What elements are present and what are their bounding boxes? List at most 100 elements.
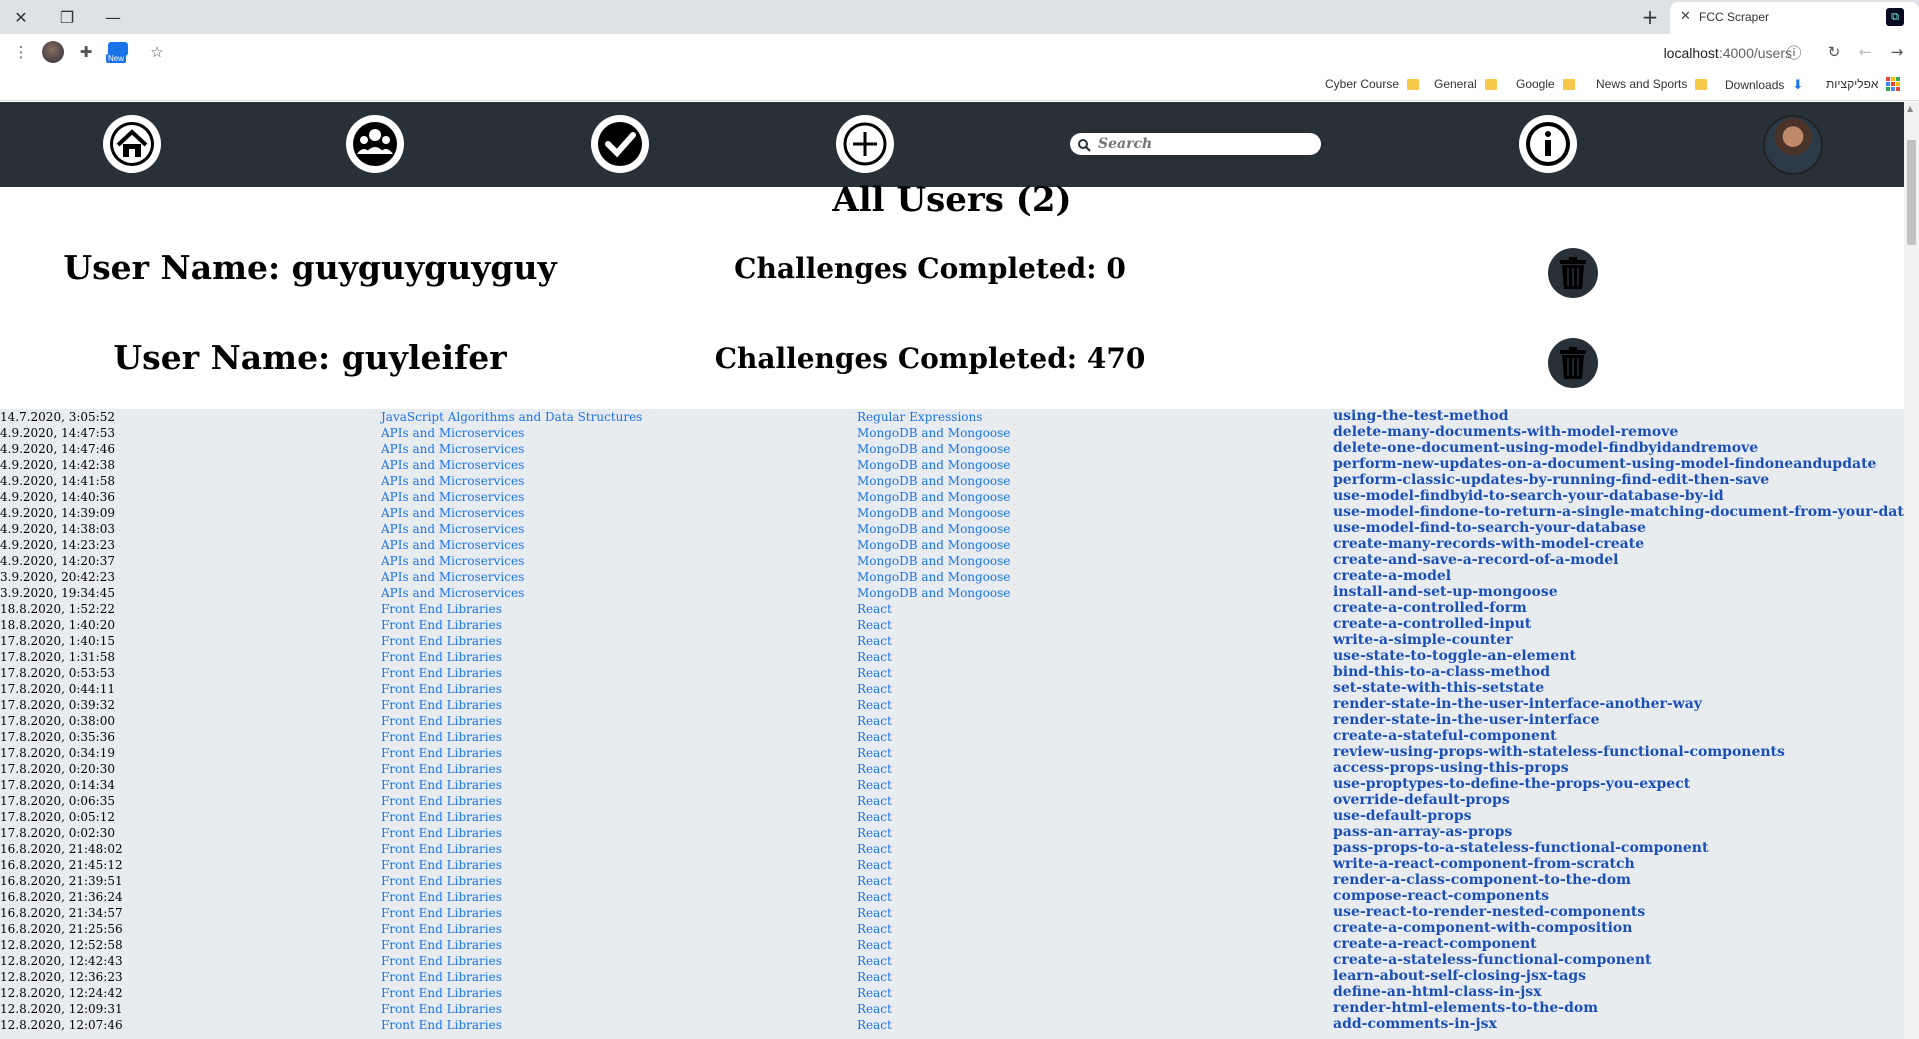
certification-link[interactable]: APIs and Microservices (381, 554, 524, 568)
challenge-link[interactable]: perform-classic-updates-by-running-find-… (1333, 472, 1769, 488)
bookmark-news-and-sports[interactable]: News and Sports (1596, 77, 1708, 91)
block-link[interactable]: React (857, 650, 892, 664)
challenge-link[interactable]: using-the-test-method (1333, 409, 1509, 424)
challenge-link[interactable]: compose-react-components (1333, 888, 1549, 904)
extensions-icon[interactable]: ✚ (74, 40, 98, 64)
certification-link[interactable]: Front End Libraries (381, 618, 502, 632)
block-link[interactable]: MongoDB and Mongoose (857, 442, 1010, 456)
certification-link[interactable]: APIs and Microservices (381, 586, 524, 600)
block-link[interactable]: React (857, 842, 892, 856)
certification-link[interactable]: APIs and Microservices (381, 442, 524, 456)
block-link[interactable]: MongoDB and Mongoose (857, 538, 1010, 552)
delete-user-button[interactable] (1548, 338, 1598, 388)
block-link[interactable]: React (857, 618, 892, 632)
certification-link[interactable]: Front End Libraries (381, 890, 502, 904)
certification-link[interactable]: JavaScript Algorithms and Data Structure… (381, 410, 642, 424)
challenge-link[interactable]: write-a-react-component-from-scratch (1333, 856, 1635, 872)
certification-link[interactable]: Front End Libraries (381, 826, 502, 840)
block-link[interactable]: React (857, 810, 892, 824)
bookmark-star-icon[interactable]: ☆ (145, 40, 169, 64)
challenge-link[interactable]: render-html-elements-to-the-dom (1333, 1000, 1598, 1016)
challenge-link[interactable]: use-react-to-render-nested-components (1333, 904, 1645, 920)
bookmark-general[interactable]: General (1434, 77, 1497, 91)
new-tab-button[interactable]: + (1637, 4, 1663, 30)
back-icon[interactable]: → (1885, 40, 1909, 64)
reload-icon[interactable]: ↻ (1822, 40, 1846, 64)
challenge-link[interactable]: create-a-model (1333, 568, 1451, 584)
certification-link[interactable]: Front End Libraries (381, 634, 502, 648)
block-link[interactable]: React (857, 682, 892, 696)
certification-link[interactable]: Front End Libraries (381, 778, 502, 792)
scroll-up-icon[interactable]: ▲ (1907, 104, 1913, 113)
challenge-link[interactable]: use-proptypes-to-define-the-props-you-ex… (1333, 776, 1690, 792)
certification-link[interactable]: APIs and Microservices (381, 458, 524, 472)
challenge-link[interactable]: use-default-props (1333, 808, 1472, 824)
challenge-link[interactable]: create-a-stateless-functional-component (1333, 952, 1651, 968)
certification-link[interactable]: Front End Libraries (381, 1002, 502, 1016)
certification-link[interactable]: Front End Libraries (381, 682, 502, 696)
certification-link[interactable]: Front End Libraries (381, 858, 502, 872)
block-link[interactable]: React (857, 986, 892, 1000)
certification-link[interactable]: APIs and Microservices (381, 570, 524, 584)
block-link[interactable]: React (857, 922, 892, 936)
challenge-link[interactable]: create-and-save-a-record-of-a-model (1333, 552, 1618, 568)
block-link[interactable]: React (857, 634, 892, 648)
block-link[interactable]: React (857, 714, 892, 728)
block-link[interactable]: React (857, 778, 892, 792)
challenge-link[interactable]: create-a-controlled-form (1333, 600, 1527, 616)
certification-link[interactable]: Front End Libraries (381, 714, 502, 728)
certification-link[interactable]: Front End Libraries (381, 842, 502, 856)
challenge-link[interactable]: create-a-react-component (1333, 936, 1537, 952)
block-link[interactable]: React (857, 938, 892, 952)
block-link[interactable]: MongoDB and Mongoose (857, 458, 1010, 472)
bookmark-apps[interactable]: אפליקציות (1826, 77, 1901, 91)
block-link[interactable]: MongoDB and Mongoose (857, 506, 1010, 520)
certification-link[interactable]: Front End Libraries (381, 1018, 502, 1032)
challenge-link[interactable]: delete-one-document-using-model-findbyid… (1333, 440, 1758, 456)
certification-link[interactable]: Front End Libraries (381, 794, 502, 808)
page-scrollbar[interactable]: ▲ (1904, 102, 1919, 1039)
challenge-link[interactable]: delete-many-documents-with-model-remove (1333, 424, 1678, 440)
challenge-link[interactable]: pass-an-array-as-props (1333, 824, 1512, 840)
certification-link[interactable]: APIs and Microservices (381, 474, 524, 488)
block-link[interactable]: MongoDB and Mongoose (857, 554, 1010, 568)
challenge-link[interactable]: perform-new-updates-on-a-document-using-… (1333, 456, 1876, 472)
certification-link[interactable]: Front End Libraries (381, 810, 502, 824)
block-link[interactable]: Regular Expressions (857, 410, 982, 424)
challenge-link[interactable]: render-state-in-the-user-interface (1333, 712, 1600, 728)
block-link[interactable]: React (857, 666, 892, 680)
block-link[interactable]: MongoDB and Mongoose (857, 426, 1010, 440)
certification-link[interactable]: Front End Libraries (381, 906, 502, 920)
certification-link[interactable]: Front End Libraries (381, 650, 502, 664)
certification-link[interactable]: APIs and Microservices (381, 490, 524, 504)
block-link[interactable]: MongoDB and Mongoose (857, 522, 1010, 536)
browser-tab[interactable]: ✕ FCC Scraper ⧉ (1670, 2, 1919, 34)
block-link[interactable]: React (857, 890, 892, 904)
forward-icon[interactable]: ← (1853, 40, 1877, 64)
certification-link[interactable]: APIs and Microservices (381, 506, 524, 520)
bookmark-downloads[interactable]: Downloads ⬇ (1725, 77, 1803, 93)
tab-close-icon[interactable]: ✕ (1680, 9, 1691, 24)
block-link[interactable]: React (857, 970, 892, 984)
certification-link[interactable]: Front End Libraries (381, 954, 502, 968)
block-link[interactable]: React (857, 762, 892, 776)
certification-link[interactable]: Front End Libraries (381, 986, 502, 1000)
users-icon[interactable] (346, 115, 404, 173)
block-link[interactable]: React (857, 602, 892, 616)
block-link[interactable]: React (857, 858, 892, 872)
certification-link[interactable]: Front End Libraries (381, 602, 502, 616)
challenge-link[interactable]: use-model-find-to-search-your-database (1333, 520, 1646, 536)
check-icon[interactable] (591, 115, 649, 173)
challenge-link[interactable]: bind-this-to-a-class-method (1333, 664, 1550, 680)
challenge-link[interactable]: pass-props-to-a-stateless-functional-com… (1333, 840, 1708, 856)
certification-link[interactable]: Front End Libraries (381, 762, 502, 776)
challenge-link[interactable]: render-state-in-the-user-interface-anoth… (1333, 696, 1702, 712)
scrollbar-thumb[interactable] (1907, 140, 1916, 245)
window-minimize-icon[interactable]: — (100, 4, 126, 30)
certification-link[interactable]: Front End Libraries (381, 730, 502, 744)
challenge-link[interactable]: add-comments-in-jsx (1333, 1016, 1497, 1032)
challenge-link[interactable]: learn-about-self-closing-jsx-tags (1333, 968, 1586, 984)
certification-link[interactable]: APIs and Microservices (381, 538, 524, 552)
certification-link[interactable]: Front End Libraries (381, 938, 502, 952)
browser-menu-icon[interactable]: ⋮ (9, 40, 33, 64)
